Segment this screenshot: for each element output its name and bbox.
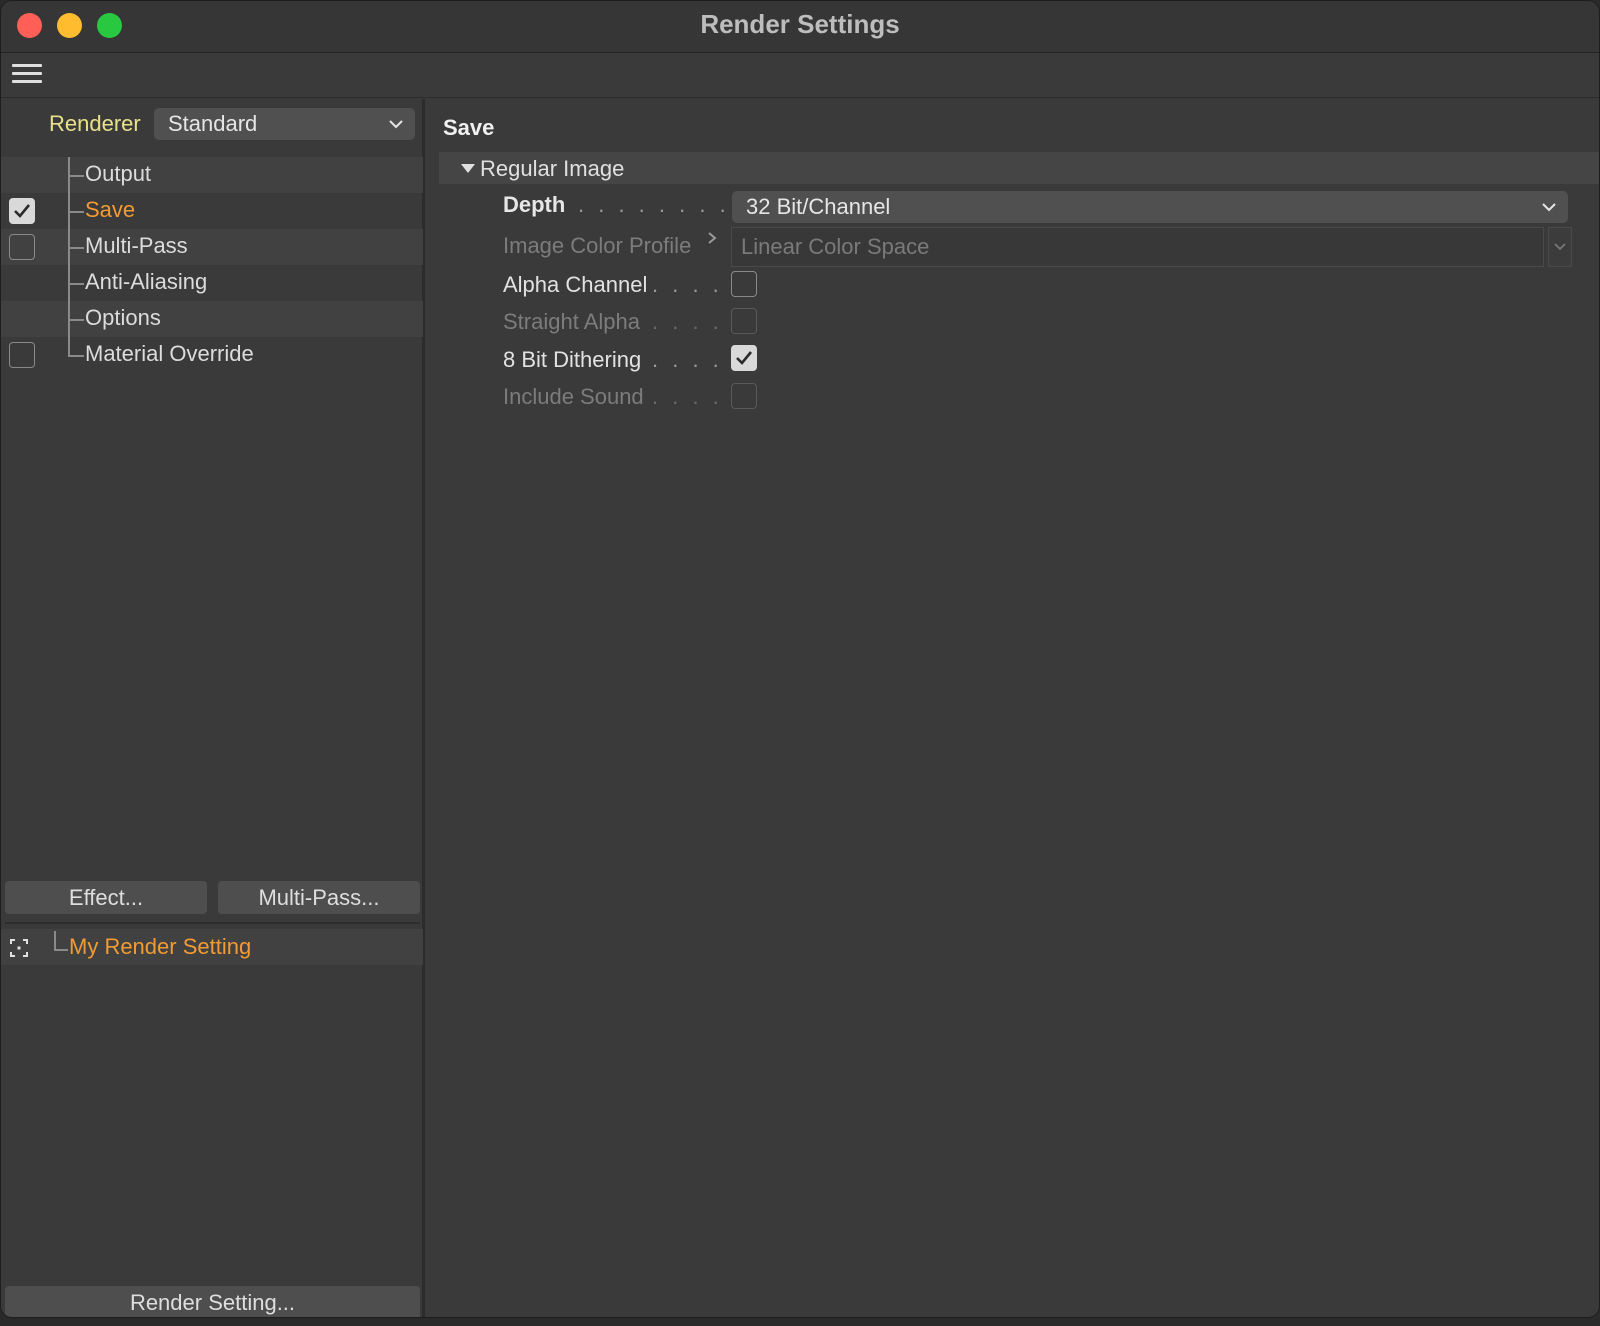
- chevron-right-icon[interactable]: [706, 231, 718, 245]
- multi-pass-enable-checkbox[interactable]: [9, 234, 35, 260]
- leader-dots: . . . .: [652, 347, 723, 372]
- tree-item-label: Options: [85, 305, 161, 330]
- include-sound-label: Include Sound: [503, 384, 644, 409]
- tree-item-label: Output: [85, 161, 152, 186]
- tree-item-label: Material Override: [85, 341, 254, 366]
- title-bar: Render Settings: [1, 1, 1599, 53]
- straight-alpha-checkbox[interactable]: [731, 308, 757, 334]
- tree-connector: [54, 949, 68, 951]
- chevron-down-icon: [387, 113, 405, 131]
- include-sound-checkbox[interactable]: [731, 383, 757, 409]
- tree-item-output[interactable]: Output: [1, 157, 423, 193]
- material-override-enable-checkbox[interactable]: [9, 342, 35, 368]
- toolbar: [1, 54, 1599, 98]
- tree-connector: [68, 175, 84, 177]
- collapse-triangle-icon[interactable]: [461, 164, 475, 173]
- dithering-checkbox[interactable]: [731, 345, 757, 371]
- checkmark-icon: [14, 204, 31, 218]
- alpha-channel-checkbox[interactable]: [731, 271, 757, 297]
- alpha-channel-label: Alpha Channel: [503, 272, 648, 297]
- depth-select[interactable]: 32 Bit/Channel: [732, 191, 1568, 223]
- settings-tree: Output Save Multi-Pass Anti-Aliasing Opt…: [1, 157, 423, 373]
- render-setting-name: My Render Setting: [69, 934, 252, 959]
- depth-label: Depth: [503, 192, 566, 217]
- chevron-down-icon: [1554, 243, 1566, 251]
- render-settings-window: Render Settings Renderer Standard Output: [0, 0, 1600, 1318]
- tree-connector: [68, 355, 84, 357]
- renderer-select-value: Standard: [168, 111, 258, 136]
- tree-item-options[interactable]: Options: [1, 301, 423, 337]
- regular-image-group-header[interactable]: Regular Image: [439, 152, 1599, 184]
- tree-item-anti-aliasing[interactable]: Anti-Aliasing: [1, 265, 423, 301]
- render-setting-button[interactable]: Render Setting...: [5, 1286, 420, 1317]
- tree-connector: [68, 319, 84, 321]
- tree-connector: [68, 247, 84, 249]
- tree-item-label: Anti-Aliasing: [85, 269, 208, 294]
- multi-pass-button[interactable]: Multi-Pass...: [218, 881, 420, 914]
- hamburger-menu-icon[interactable]: [12, 64, 42, 88]
- focus-frame-icon: [10, 939, 28, 957]
- save-enable-checkbox[interactable]: [9, 198, 35, 224]
- section-title: Save: [443, 115, 495, 140]
- tree-item-save[interactable]: Save: [1, 193, 423, 229]
- leader-dots: . . . .: [652, 384, 723, 409]
- renderer-label: Renderer: [49, 111, 141, 136]
- tree-item-multi-pass[interactable]: Multi-Pass: [1, 229, 423, 265]
- window-title: Render Settings: [700, 9, 900, 39]
- image-color-profile-dropdown[interactable]: [1548, 227, 1572, 267]
- attributes-panel: Save Regular Image Depth . . . . . . . .…: [428, 99, 1599, 1317]
- tree-item-material-override[interactable]: Material Override: [1, 337, 423, 373]
- depth-select-value: 32 Bit/Channel: [746, 194, 891, 219]
- tree-connector: [68, 283, 84, 285]
- renderer-select[interactable]: Standard: [154, 108, 415, 140]
- render-setting-item[interactable]: My Render Setting: [1, 929, 423, 965]
- leader-dots: . . . .: [652, 272, 723, 297]
- checkmark-icon: [736, 351, 753, 365]
- dithering-label: 8 Bit Dithering: [503, 347, 642, 372]
- image-color-profile-label: Image Color Profile: [503, 233, 692, 258]
- tree-connector: [54, 931, 56, 949]
- leader-dots: . . . .: [652, 309, 723, 334]
- effect-button[interactable]: Effect...: [5, 881, 207, 914]
- divider: [5, 922, 420, 924]
- straight-alpha-label: Straight Alpha: [503, 309, 640, 334]
- tree-item-label: Save: [85, 197, 136, 222]
- tree-connector: [68, 337, 70, 356]
- tree-item-label: Multi-Pass: [85, 233, 188, 258]
- chevron-down-icon: [1540, 196, 1558, 214]
- image-color-profile-field[interactable]: Linear Color Space: [731, 227, 1544, 267]
- tree-connector: [68, 211, 84, 213]
- left-panel: Renderer Standard Output Save Multi-Pass…: [1, 99, 425, 1317]
- group-label: Regular Image: [480, 156, 625, 181]
